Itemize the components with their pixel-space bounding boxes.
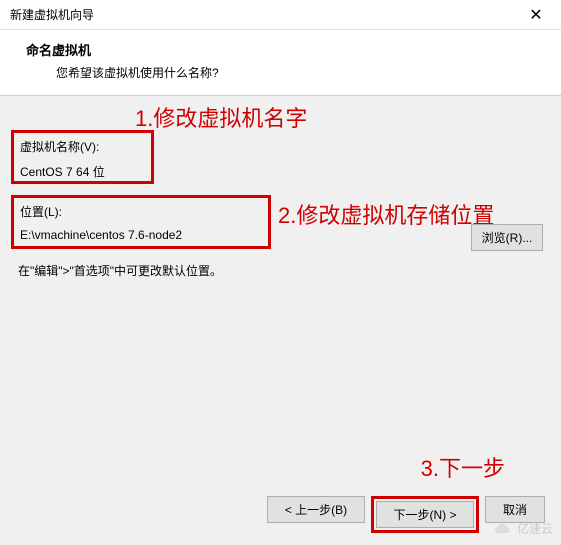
dialog-content: 命名虚拟机 您希望该虚拟机使用什么名称? 1.修改虚拟机名字 虚拟机名称(V):… — [0, 30, 561, 545]
annotation-1: 1.修改虚拟机名字 — [135, 101, 307, 133]
annotation-3: 3.下一步 — [421, 451, 505, 483]
close-icon[interactable]: ✕ — [521, 5, 551, 25]
highlight-box-vmname: 虚拟机名称(V): CentOS 7 64 位 — [11, 130, 154, 184]
location-display: E:\vmachine\centos 7.6-node2 — [20, 228, 262, 242]
page-subtitle: 您希望该虚拟机使用什么名称? — [56, 64, 541, 81]
highlight-box-location: 位置(L): E:\vmachine\centos 7.6-node2 — [11, 195, 271, 249]
form-area: 1.修改虚拟机名字 虚拟机名称(V): CentOS 7 64 位 2.修改虚拟… — [0, 96, 561, 124]
annotation-2: 2.修改虚拟机存储位置 — [278, 198, 494, 230]
back-button[interactable]: < 上一步(B) — [267, 496, 365, 523]
page-title: 命名虚拟机 — [26, 40, 541, 59]
vm-name-label: 虚拟机名称(V): — [20, 138, 145, 155]
highlight-box-next: 下一步(N) > — [371, 496, 479, 533]
wizard-button-row: < 上一步(B) 下一步(N) > 取消 — [267, 496, 545, 533]
next-button[interactable]: 下一步(N) > — [376, 501, 474, 528]
window-title: 新建虚拟机向导 — [10, 6, 94, 23]
browse-button[interactable]: 浏览(R)... — [471, 224, 543, 251]
cancel-button[interactable]: 取消 — [485, 496, 545, 523]
location-label: 位置(L): — [20, 203, 262, 220]
vm-name-display: CentOS 7 64 位 — [20, 163, 145, 180]
wizard-header: 命名虚拟机 您希望该虚拟机使用什么名称? — [0, 30, 561, 96]
hint-text: 在"编辑">"首选项"中可更改默认位置。 — [18, 262, 222, 279]
title-bar: 新建虚拟机向导 ✕ — [0, 0, 561, 30]
